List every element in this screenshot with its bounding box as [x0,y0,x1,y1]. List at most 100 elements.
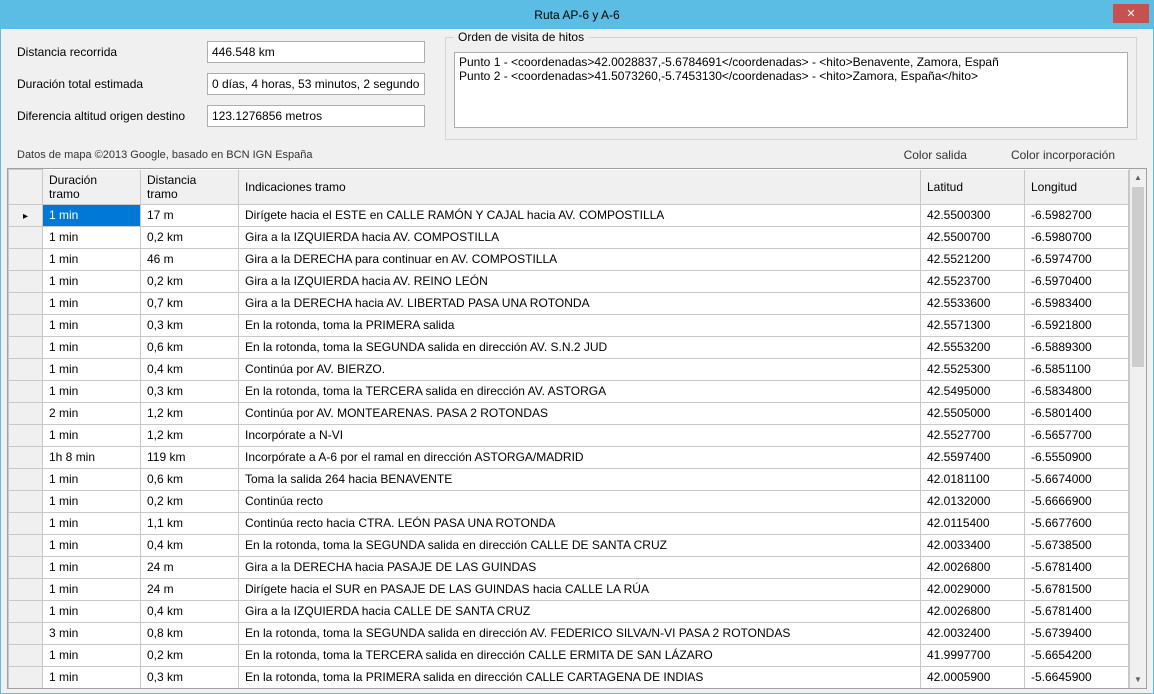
cell-distancia[interactable]: 1,1 km [141,512,239,534]
table-row[interactable]: 1 min0,2 kmContinúa recto42.0132000-5.66… [9,490,1129,512]
row-header[interactable] [9,314,43,336]
cell-distancia[interactable]: 0,2 km [141,270,239,292]
cell-indicaciones[interactable]: Continúa recto [239,490,921,512]
cell-duracion[interactable]: 1 min [43,204,141,226]
table-row[interactable]: 1h 8 min119 kmIncorpórate a A-6 por el r… [9,446,1129,468]
cell-distancia[interactable]: 24 m [141,578,239,600]
col-distancia[interactable]: Distancia tramo [141,170,239,205]
cell-distancia[interactable]: 0,6 km [141,336,239,358]
cell-indicaciones[interactable]: Gira a la IZQUIERDA hacia AV. COMPOSTILL… [239,226,921,248]
table-row[interactable]: 1 min46 mGira a la DERECHA para continua… [9,248,1129,270]
cell-latitud[interactable]: 42.5500700 [921,226,1025,248]
cell-latitud[interactable]: 42.5525300 [921,358,1025,380]
table-row[interactable]: 1 min1,1 kmContinúa recto hacia CTRA. LE… [9,512,1129,534]
row-header[interactable] [9,644,43,666]
scroll-up-icon[interactable]: ▲ [1130,169,1146,186]
row-header[interactable] [9,490,43,512]
cell-longitud[interactable]: -6.5801400 [1025,402,1129,424]
cell-indicaciones[interactable]: Gira a la DERECHA para continuar en AV. … [239,248,921,270]
cell-latitud[interactable]: 42.5495000 [921,380,1025,402]
row-header[interactable] [9,512,43,534]
cell-latitud[interactable]: 42.5505000 [921,402,1025,424]
cell-indicaciones[interactable]: En la rotonda, toma la PRIMERA salida [239,314,921,336]
cell-longitud[interactable]: -5.6781500 [1025,578,1129,600]
cell-distancia[interactable]: 1,2 km [141,424,239,446]
cell-latitud[interactable]: 42.0132000 [921,490,1025,512]
row-header[interactable] [9,402,43,424]
cell-indicaciones[interactable]: En la rotonda, toma la SEGUNDA salida en… [239,336,921,358]
cell-duracion[interactable]: 1 min [43,336,141,358]
cell-duracion[interactable]: 1 min [43,600,141,622]
table-row[interactable]: 1 min0,4 kmGira a la IZQUIERDA hacia CAL… [9,600,1129,622]
cell-duracion[interactable]: 1 min [43,644,141,666]
row-header[interactable] [9,666,43,688]
cell-longitud[interactable]: -5.6674000 [1025,468,1129,490]
cell-latitud[interactable]: 42.0026800 [921,600,1025,622]
cell-longitud[interactable]: -6.5980700 [1025,226,1129,248]
row-header[interactable] [9,556,43,578]
cell-latitud[interactable]: 42.5521200 [921,248,1025,270]
cell-distancia[interactable]: 0,7 km [141,292,239,314]
cell-latitud[interactable]: 42.5533600 [921,292,1025,314]
table-row[interactable]: 1 min0,3 kmEn la rotonda, toma la TERCER… [9,380,1129,402]
row-header[interactable] [9,226,43,248]
cell-indicaciones[interactable]: Gira a la IZQUIERDA hacia CALLE DE SANTA… [239,600,921,622]
cell-distancia[interactable]: 1,2 km [141,402,239,424]
row-header[interactable] [9,578,43,600]
cell-distancia[interactable]: 0,4 km [141,534,239,556]
row-header[interactable] [9,358,43,380]
row-header[interactable] [9,534,43,556]
cell-longitud[interactable]: -6.5550900 [1025,446,1129,468]
cell-distancia[interactable]: 0,3 km [141,380,239,402]
row-header[interactable] [9,204,43,226]
cell-indicaciones[interactable]: Gira a la IZQUIERDA hacia AV. REINO LEÓN [239,270,921,292]
cell-duracion[interactable]: 1 min [43,534,141,556]
table-row[interactable]: 1 min0,3 kmEn la rotonda, toma la PRIMER… [9,666,1129,688]
cell-distancia[interactable]: 0,6 km [141,468,239,490]
table-row[interactable]: 1 min0,4 kmEn la rotonda, toma la SEGUND… [9,534,1129,556]
cell-latitud[interactable]: 42.0033400 [921,534,1025,556]
cell-indicaciones[interactable]: Toma la salida 264 hacia BENAVENTE [239,468,921,490]
color-incorporacion-button[interactable]: Color incorporación [989,146,1137,164]
row-header[interactable] [9,248,43,270]
col-indicaciones[interactable]: Indicaciones tramo [239,170,921,205]
cell-latitud[interactable]: 42.0181100 [921,468,1025,490]
row-header[interactable] [9,600,43,622]
cell-duracion[interactable]: 1 min [43,666,141,688]
cell-longitud[interactable]: -6.5834800 [1025,380,1129,402]
table-row[interactable]: 1 min0,3 kmEn la rotonda, toma la PRIMER… [9,314,1129,336]
cell-indicaciones[interactable]: En la rotonda, toma la TERCERA salida en… [239,380,921,402]
titlebar[interactable]: Ruta AP-6 y A-6 ✕ [1,1,1153,29]
cell-duracion[interactable]: 1 min [43,556,141,578]
row-header[interactable] [9,424,43,446]
cell-duracion[interactable]: 1 min [43,578,141,600]
row-header[interactable] [9,622,43,644]
row-header[interactable] [9,468,43,490]
cell-latitud[interactable]: 42.0005900 [921,666,1025,688]
cell-latitud[interactable]: 42.5523700 [921,270,1025,292]
table-row[interactable]: 1 min1,2 kmIncorpórate a N-VI42.5527700-… [9,424,1129,446]
cell-duracion[interactable]: 1 min [43,314,141,336]
table-row[interactable]: 1 min17 mDirígete hacia el ESTE en CALLE… [9,204,1129,226]
table-row[interactable]: 1 min0,6 kmEn la rotonda, toma la SEGUND… [9,336,1129,358]
cell-latitud[interactable]: 42.0026800 [921,556,1025,578]
cell-duracion[interactable]: 1 min [43,424,141,446]
cell-distancia[interactable]: 0,2 km [141,644,239,666]
cell-duracion[interactable]: 1 min [43,358,141,380]
cell-indicaciones[interactable]: En la rotonda, toma la TERCERA salida en… [239,644,921,666]
cell-longitud[interactable]: -5.6781400 [1025,556,1129,578]
cell-latitud[interactable]: 42.0115400 [921,512,1025,534]
table-row[interactable]: 2 min1,2 kmContinúa por AV. MONTEARENAS.… [9,402,1129,424]
cell-duracion[interactable]: 1 min [43,468,141,490]
cell-longitud[interactable]: -6.5970400 [1025,270,1129,292]
row-header-corner[interactable] [9,170,43,205]
cell-duracion[interactable]: 1h 8 min [43,446,141,468]
table-row[interactable]: 1 min0,2 kmGira a la IZQUIERDA hacia AV.… [9,226,1129,248]
cell-latitud[interactable]: 42.0032400 [921,622,1025,644]
cell-longitud[interactable]: -5.6739400 [1025,622,1129,644]
row-header[interactable] [9,380,43,402]
cell-duracion[interactable]: 1 min [43,490,141,512]
table-row[interactable]: 1 min24 mDirígete hacia el SUR en PASAJE… [9,578,1129,600]
cell-longitud[interactable]: -5.6654200 [1025,644,1129,666]
table-row[interactable]: 1 min0,6 kmToma la salida 264 hacia BENA… [9,468,1129,490]
